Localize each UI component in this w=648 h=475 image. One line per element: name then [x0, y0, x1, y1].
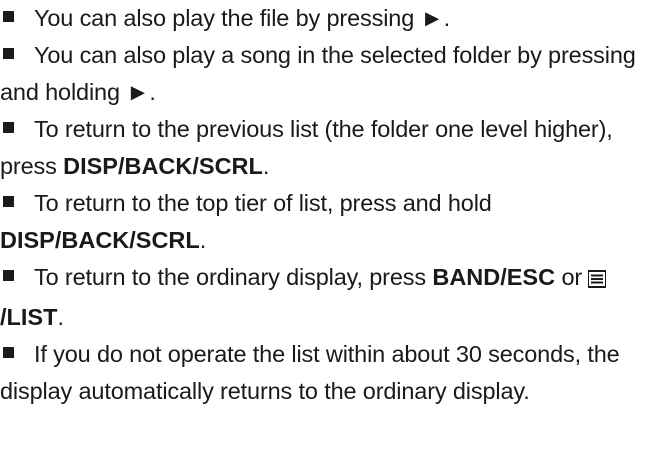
key-label: DISP/BACK/SCRL: [63, 153, 263, 179]
list-item: You can also play the file by pressing ►…: [0, 0, 644, 37]
bullet-square-icon: [3, 347, 14, 358]
bullet-square-icon: [3, 122, 14, 133]
item-text: If you do not operate the list within ab…: [0, 341, 620, 404]
bullet-square-icon: [3, 196, 14, 207]
list-icon: [587, 262, 608, 299]
list-item: You can also play a song in the selected…: [0, 37, 644, 111]
item-text-end: .: [262, 153, 270, 179]
list-item: To return to the top tier of list, press…: [0, 185, 644, 259]
list-item: If you do not operate the list within ab…: [0, 336, 644, 410]
item-text-end: .: [57, 304, 64, 330]
item-text: You can also play a song in the selected…: [0, 42, 636, 105]
item-text-or: or: [555, 264, 589, 290]
key-label: BAND/ESC: [432, 264, 556, 290]
item-text: To return to the top tier of list, press…: [34, 190, 492, 216]
bullet-square-icon: [3, 48, 14, 59]
key-label: DISP/BACK/SCRL: [0, 227, 200, 253]
item-text: To return to the ordinary display, press: [34, 264, 433, 290]
key-label: LIST: [6, 304, 58, 330]
instruction-list: You can also play the file by pressing ►…: [0, 0, 648, 410]
list-item: To return to the previous list (the fold…: [0, 111, 644, 185]
item-text-end: .: [199, 227, 207, 253]
item-text: You can also play the file by pressing ►…: [34, 5, 450, 31]
bullet-square-icon: [3, 270, 14, 281]
list-item: To return to the ordinary display, press…: [0, 259, 644, 336]
bullet-square-icon: [3, 11, 14, 22]
